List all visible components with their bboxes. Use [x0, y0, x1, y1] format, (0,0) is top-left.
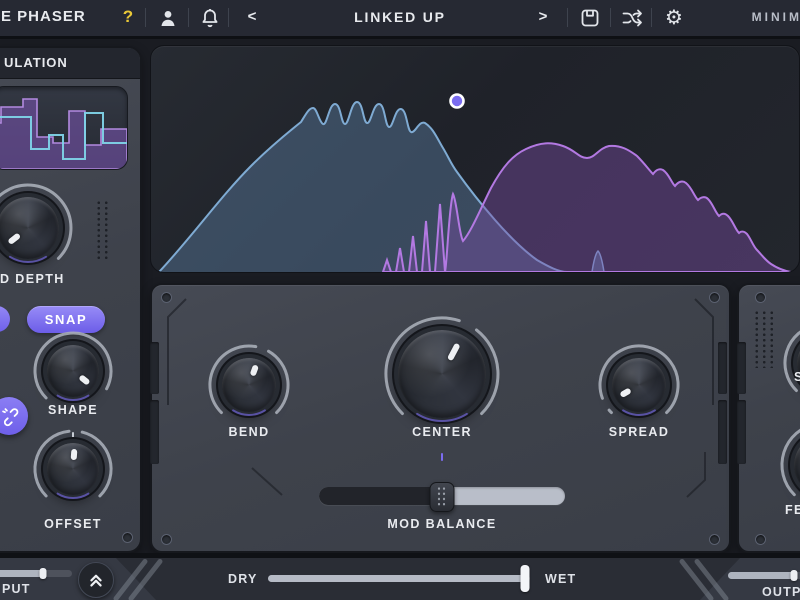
snap-button[interactable]: SNAP [27, 306, 105, 333]
randomize-shuffle-icon[interactable] [620, 6, 644, 30]
mod-balance-slider[interactable] [319, 487, 565, 505]
brand-logo: MINIM [752, 0, 800, 34]
input-gain-handle[interactable] [40, 568, 47, 579]
mod-depth-label: D DEPTH [0, 272, 65, 286]
divider [188, 8, 189, 27]
snap-toggle-left-partial[interactable] [0, 306, 10, 332]
divider [651, 8, 652, 27]
screw-icon [709, 534, 720, 545]
right-control-panel: S FE [737, 283, 800, 553]
edge-notch [737, 400, 746, 464]
screw-icon [755, 292, 766, 303]
help-icon[interactable]: ? [118, 0, 138, 34]
spread-knob[interactable] [612, 358, 666, 412]
divider [567, 8, 568, 27]
handle-grip-dots [437, 486, 447, 506]
screw-icon [709, 292, 720, 303]
divider [145, 8, 146, 27]
offset-default-tick [72, 432, 74, 440]
broken-link-icon [0, 405, 21, 427]
texture-dots [95, 200, 111, 260]
sidebar-header-label: ULATION [4, 48, 68, 78]
shape-knob[interactable] [47, 345, 99, 397]
output-label: OUTP [762, 585, 800, 599]
mod-cursor-dot[interactable] [451, 95, 464, 108]
settings-gear-icon[interactable]: ⚙ [662, 6, 686, 30]
right-bottom-knob[interactable] [794, 435, 800, 495]
collapse-panel-button[interactable] [78, 562, 114, 598]
edge-notch [718, 400, 727, 464]
right-top-label: S [794, 370, 800, 384]
link-button[interactable] [0, 397, 28, 435]
screw-icon [161, 292, 172, 303]
notifications-bell-icon[interactable] [198, 6, 222, 30]
modulation-sidebar: ULATION D DEPTH SNAP SHAPE OFFSET [0, 46, 142, 553]
spread-label: SPREAD [589, 425, 689, 439]
screw-icon [161, 534, 172, 545]
mod-waveform-graphic [0, 87, 127, 169]
mod-balance-handle[interactable] [430, 482, 455, 512]
output-gain-fill [728, 572, 794, 579]
center-label: CENTER [392, 425, 492, 439]
divider [228, 8, 229, 27]
preset-next-button[interactable]: > [531, 0, 555, 34]
edge-notch [150, 400, 159, 464]
output-gain-handle[interactable] [791, 570, 798, 581]
dry-wet-slider[interactable] [268, 575, 530, 582]
phaser-control-panel: BEND CENTER SPREAD MOD BALANCE [150, 283, 731, 553]
plugin-title: E PHASER [1, 0, 86, 34]
account-icon[interactable] [156, 6, 180, 30]
input-gain-fill [0, 570, 43, 577]
mod-balance-label: MOD BALANCE [367, 517, 517, 531]
offset-knob[interactable] [47, 443, 99, 495]
output-gain-slider[interactable] [728, 572, 800, 579]
wet-label: WET [545, 572, 576, 586]
input-label: PUT [2, 582, 31, 596]
preset-prev-button[interactable]: < [240, 0, 264, 34]
bend-knob[interactable] [222, 358, 276, 412]
screw-icon [755, 534, 766, 545]
offset-label: OFFSET [31, 517, 115, 531]
preset-name[interactable]: LINKED UP [300, 0, 500, 34]
sidebar-header: ULATION [0, 48, 140, 79]
dry-label: DRY [228, 572, 258, 586]
save-icon[interactable] [578, 6, 602, 30]
right-bottom-label: FE [785, 503, 800, 517]
io-bottom-bar: PUT DRY WET OUTP [0, 558, 800, 600]
texture-dots [753, 310, 775, 368]
spectrum-curves [151, 46, 799, 272]
edge-notch [150, 342, 159, 394]
shape-label: SHAPE [31, 403, 115, 417]
title-bar: E PHASER ? < LINKED UP > ⚙ MINIM [0, 0, 800, 39]
balance-center-tick [441, 453, 443, 461]
dry-wet-handle[interactable] [520, 565, 529, 592]
mod-waveform-display[interactable] [0, 86, 128, 170]
edge-notch [718, 342, 727, 394]
edge-notch [737, 342, 746, 394]
input-gain-slider[interactable] [0, 570, 72, 577]
mod-balance-fill [319, 487, 442, 505]
divider [610, 8, 611, 27]
mod-depth-knob[interactable] [0, 197, 59, 259]
center-knob[interactable] [398, 330, 486, 418]
dry-wet-fill [268, 575, 525, 582]
spectrum-display [150, 45, 800, 273]
double-chevron-up-icon [85, 568, 107, 590]
bend-label: BEND [199, 425, 299, 439]
screw-icon [122, 532, 133, 543]
